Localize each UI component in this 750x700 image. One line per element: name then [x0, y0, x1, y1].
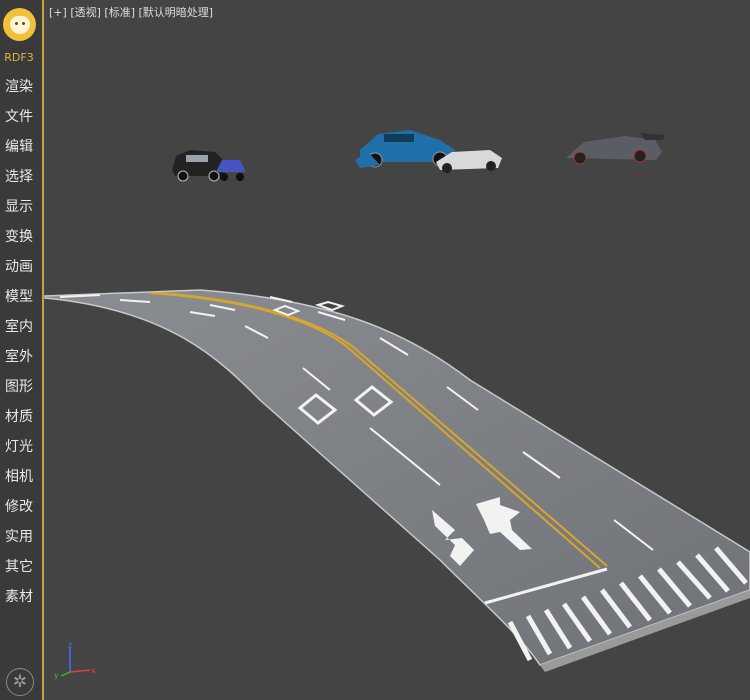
menu-item-utilities[interactable]: 实用	[0, 527, 38, 547]
menu-item-edit[interactable]: 编辑	[0, 137, 38, 157]
menu-item-animation[interactable]: 动画	[0, 257, 38, 277]
bear-face-icon	[9, 15, 30, 34]
menu-item-modify[interactable]: 修改	[0, 497, 38, 517]
settings-button[interactable]: ✲	[6, 668, 34, 696]
menu-item-assets[interactable]: 素材	[0, 587, 38, 607]
viewport-scene[interactable]	[44, 0, 750, 700]
axis-x-label: x	[91, 666, 96, 675]
sidebar: RDF3 渲染 文件 编辑 选择 显示 变换 动画 模型 室内 室外 图形 材质…	[0, 0, 44, 700]
menu-item-shapes[interactable]: 图形	[0, 377, 38, 397]
menu-item-select[interactable]: 选择	[0, 167, 38, 187]
car-suv-black[interactable]	[172, 150, 225, 182]
axis-z-label: z	[68, 641, 72, 650]
axis-gizmo: z x y	[54, 641, 96, 680]
menu-item-other[interactable]: 其它	[0, 557, 38, 577]
menu-item-camera[interactable]: 相机	[0, 467, 38, 487]
menu-item-transform[interactable]: 变换	[0, 227, 38, 247]
car-compact-blue[interactable]	[216, 160, 246, 181]
menu-item-interior[interactable]: 室内	[0, 317, 38, 337]
car-supercar-grey[interactable]	[566, 133, 665, 165]
menu-item-render[interactable]: 渲染	[0, 77, 38, 97]
menu-item-display[interactable]: 显示	[0, 197, 38, 217]
menu-item-material[interactable]: 材质	[0, 407, 38, 427]
menu-item-exterior[interactable]: 室外	[0, 347, 38, 367]
logo-icon[interactable]	[3, 8, 36, 41]
brand-label: RDF3	[4, 51, 34, 64]
menu-item-model[interactable]: 模型	[0, 287, 38, 307]
gear-icon: ✲	[12, 672, 28, 692]
axis-y-label: y	[54, 671, 59, 680]
menu-item-lights[interactable]: 灯光	[0, 437, 38, 457]
menu-item-file[interactable]: 文件	[0, 107, 38, 127]
